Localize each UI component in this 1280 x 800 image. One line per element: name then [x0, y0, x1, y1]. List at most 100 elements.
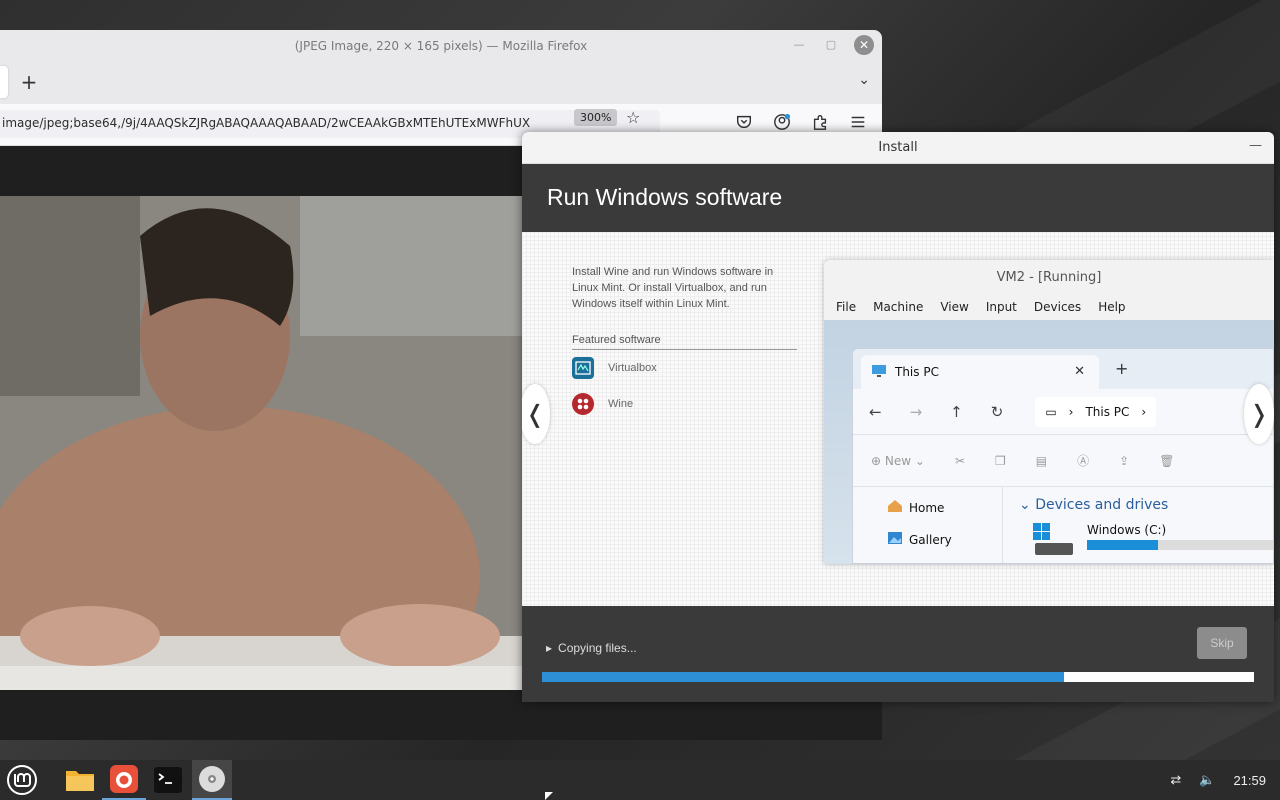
explorer-tab-label: This PC [895, 365, 939, 379]
monitor-icon [871, 364, 887, 381]
list-tabs-chevron-icon[interactable]: ⌄ [858, 72, 870, 88]
clock[interactable]: 21:59 [1233, 773, 1266, 788]
sidebar-item-gallery: Gallery [887, 531, 952, 548]
featured-item-wine: Wine [572, 392, 797, 416]
new-tab-plus-icon[interactable]: + [18, 70, 40, 94]
close-icon[interactable]: ✕ [854, 35, 874, 55]
slideshow-panel: ❬ Install Wine and run Windows software … [522, 232, 1274, 606]
taskbar: ⇄ 🔈 21:59 [0, 760, 1280, 800]
extensions-icon[interactable] [810, 112, 830, 132]
new-menu: ⊕ New ⌄ [871, 453, 925, 468]
account-icon[interactable] [772, 112, 792, 132]
vm-screen: This PC ✕ + ← → ↑ ↻ ▭ › This PC › ⊕ New … [824, 320, 1274, 564]
sidebar-item-home: Home [887, 499, 944, 516]
install-footer: ▸ Copying files... Skip [522, 606, 1274, 702]
share-icon: ⇪ [1119, 453, 1130, 468]
slide-text-column: Install Wine and run Windows software in… [558, 232, 808, 606]
menu-icon[interactable] [0, 760, 44, 800]
zoom-level-badge[interactable]: 300% [574, 109, 618, 126]
firefox-titlebar[interactable]: (JPEG Image, 220 × 165 pixels) — Mozilla… [0, 30, 882, 62]
installer-disc-icon[interactable] [192, 760, 232, 800]
chevron-right-icon: › [1068, 404, 1074, 419]
explorer-tabbar: This PC ✕ + [853, 349, 1273, 389]
slide-description: Install Wine and run Windows software in… [572, 266, 774, 310]
displayed-photo [0, 196, 522, 690]
featured-item-label: Wine [608, 398, 634, 410]
featured-item-virtualbox: Virtualbox [572, 356, 797, 380]
next-slide-arrow-icon[interactable]: ❭ [1244, 384, 1274, 444]
vm-menubar: File Machine View Input Devices Help [824, 294, 1274, 320]
install-progress-bar [542, 672, 1254, 682]
monitor-icon: ▭ [1045, 404, 1057, 419]
explorer-main: ⌄ Devices and drives Windows (C:) [1011, 487, 1273, 563]
system-tray: ⇄ 🔈 21:59 [1170, 760, 1266, 800]
cut-icon: ✂ [954, 453, 965, 468]
new-label: New [884, 453, 912, 468]
new-tab-plus-icon: + [1115, 359, 1129, 378]
files-icon[interactable] [58, 760, 102, 800]
explorer-tab: This PC ✕ [861, 355, 1099, 389]
refresh-icon: ↻ [990, 402, 1004, 421]
bookmark-star-icon[interactable]: ☆ [626, 108, 640, 127]
gallery-icon [887, 531, 903, 548]
firefox-tabbar: + ⌄ [0, 62, 882, 104]
forward-arrow-icon: → [909, 402, 923, 421]
vm-menu-item: Help [1098, 300, 1126, 314]
explorer-toolbar: ⊕ New ⌄ ✂ ❐ ▤ Ⓐ ⇪ 🗑 [853, 435, 1273, 487]
vm-menu-item: Devices [1033, 300, 1082, 314]
vm-menu-item: Input [985, 300, 1017, 314]
vm-menu-item: File [836, 300, 857, 314]
skip-button[interactable]: Skip [1197, 627, 1247, 659]
drive-name: Windows (C:) [1087, 523, 1167, 537]
devices-heading-label: Devices and drives [1035, 497, 1169, 513]
install-header: Run Windows software [522, 164, 1274, 232]
explorer-sidebar: Home Gallery [853, 487, 1003, 563]
virtualbox-icon [572, 357, 594, 379]
browser-tab[interactable] [0, 66, 8, 98]
url-text: image/jpeg;base64,/9j/4AAQSkZJRgABAQAAAQ… [2, 116, 531, 130]
install-progress-fill [542, 672, 1064, 682]
status-text: Copying files... [558, 641, 637, 655]
sidebar-item-label: Home [909, 500, 945, 515]
explorer-address-bar: ▭ › This PC › [1035, 396, 1157, 427]
explorer-navbar: ← → ↑ ↻ ▭ › This PC › [853, 389, 1273, 435]
firefox-window-title: (JPEG Image, 220 × 165 pixels) — Mozilla… [294, 39, 588, 53]
featured-item-label: Virtualbox [608, 362, 657, 374]
maximize-icon[interactable]: ▢ [822, 36, 840, 54]
home-icon [887, 499, 903, 516]
install-window-title: Install [878, 140, 918, 155]
previous-slide-arrow-icon[interactable]: ❬ [522, 384, 550, 444]
slide-screenshot: VM2 - [Running] File Machine View Input … [824, 260, 1274, 564]
chevron-right-icon: › [1141, 404, 1147, 419]
terminal-icon[interactable] [146, 760, 190, 800]
paste-icon: ▤ [1035, 453, 1048, 468]
volume-icon[interactable]: 🔈 [1199, 772, 1215, 788]
close-icon: ✕ [1074, 364, 1085, 379]
devices-and-drives-heading: ⌄ Devices and drives [1019, 497, 1169, 513]
drive-usage-fill [1087, 540, 1158, 550]
minimize-icon[interactable]: — [1249, 138, 1262, 153]
windows-logo-icon [1033, 523, 1073, 561]
hamburger-menu-icon[interactable] [848, 112, 868, 132]
network-icon[interactable]: ⇄ [1170, 772, 1181, 788]
up-arrow-icon: ↑ [950, 402, 963, 421]
pocket-icon[interactable] [734, 112, 754, 132]
wine-icon [572, 393, 594, 415]
explorer-address-text: This PC [1085, 404, 1130, 419]
minimize-icon[interactable]: — [790, 36, 808, 54]
delete-icon: 🗑 [1159, 453, 1175, 468]
install-titlebar[interactable]: Install — [522, 132, 1274, 164]
drive-usage-bar [1087, 540, 1273, 550]
mouse-pointer [545, 792, 553, 800]
page-title: Run Windows software [547, 184, 783, 210]
firefox-icon[interactable] [102, 760, 146, 800]
vm-menu-item: Machine [873, 300, 924, 314]
expander-triangle-icon: ▸ [546, 641, 553, 655]
vm-menu-item: View [940, 300, 969, 314]
sidebar-item-label: Gallery [909, 532, 952, 547]
rename-icon: Ⓐ [1077, 454, 1090, 468]
file-explorer-window: This PC ✕ + ← → ↑ ↻ ▭ › This PC › ⊕ New … [852, 348, 1274, 564]
status-expander[interactable]: ▸ Copying files... [546, 641, 637, 655]
back-arrow-icon: ← [869, 402, 882, 421]
featured-software-label: Featured software [572, 334, 797, 350]
